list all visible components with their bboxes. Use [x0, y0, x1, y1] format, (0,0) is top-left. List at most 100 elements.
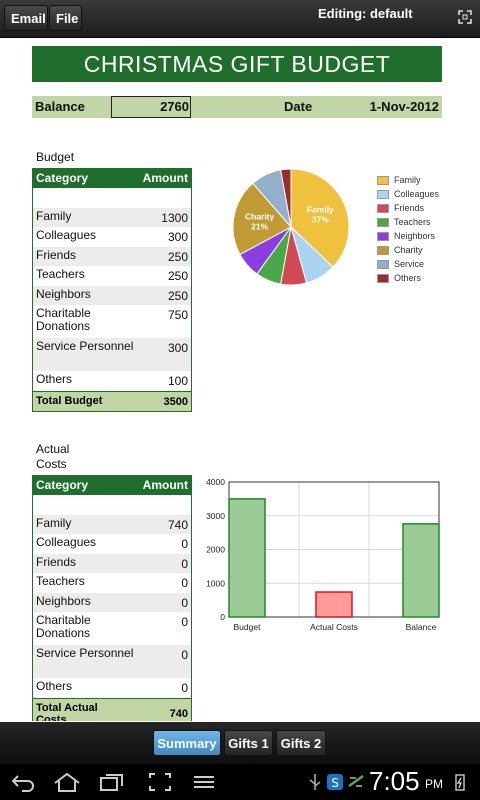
table-row[interactable]: Charitable Donations 0 — [33, 612, 191, 645]
category-cell: Service Personnel — [36, 646, 134, 660]
category-cell: Colleagues — [36, 228, 97, 242]
date-label: Date — [284, 99, 313, 114]
legend-swatch — [377, 246, 389, 255]
category-cell: Teachers — [36, 574, 85, 588]
fullscreen-icon[interactable] — [458, 10, 472, 24]
budget-pie-chart: Family37% Charity21% — [232, 168, 350, 286]
table-row[interactable]: Friends 0 — [33, 554, 191, 573]
table-row[interactable]: Service Personnel 300 — [33, 338, 191, 371]
actual-section-label: Actual Costs — [36, 442, 70, 471]
amount-cell: 100 — [167, 374, 188, 388]
total-label: Total Budget — [36, 395, 103, 407]
sheet-tab-bar: Summary Gifts 1 Gifts 2 — [0, 722, 480, 764]
legend-label: Others — [394, 273, 422, 283]
screenshot-icon[interactable] — [148, 772, 172, 792]
category-cell: Family — [36, 209, 72, 223]
table-row[interactable]: Teachers 250 — [33, 266, 191, 286]
pie-slice-label: 37% — [312, 214, 329, 224]
top-toolbar: Email File Editing: default — [0, 0, 480, 38]
table-row[interactable] — [33, 188, 191, 208]
pie-slice-label: Charity — [245, 211, 275, 221]
table-row[interactable]: Teachers 0 — [33, 573, 191, 593]
legend-swatch — [377, 190, 389, 199]
balance-label: Balance — [35, 99, 85, 114]
category-cell: Charitable Donations — [36, 613, 91, 640]
battery-icon — [455, 774, 465, 791]
table-row[interactable]: Neighbors 250 — [33, 286, 191, 305]
table-row[interactable]: Neighbors 0 — [33, 593, 191, 612]
skype-icon: S — [327, 774, 343, 790]
table-row[interactable]: Colleagues 0 — [33, 534, 191, 554]
amount-cell: 0 — [181, 681, 188, 695]
x-tick-label: Balance — [406, 622, 437, 632]
bar-budget — [228, 498, 266, 618]
table-row[interactable]: Others 0 — [33, 678, 191, 698]
category-cell: Others — [36, 679, 73, 693]
recent-apps-icon[interactable] — [98, 772, 126, 792]
amount-cell: 750 — [167, 308, 188, 322]
amount-cell: 0 — [181, 648, 188, 662]
file-button[interactable]: File — [49, 5, 82, 31]
system-bar: S 7:05 PM — [0, 764, 480, 800]
bar-actual-costs — [315, 591, 353, 618]
y-tick-label: 2000 — [206, 545, 225, 555]
legend-swatch — [377, 260, 389, 269]
table-row[interactable]: Charitable Donations 750 — [33, 305, 191, 338]
amount-cell: 250 — [167, 269, 188, 283]
home-icon[interactable] — [52, 772, 82, 792]
email-button[interactable]: Email — [4, 5, 48, 31]
legend-swatch — [377, 232, 389, 241]
table-row[interactable]: Service Personnel 0 — [33, 645, 191, 678]
clock-time: 7:05 — [369, 766, 420, 796]
x-tick-label: Budget — [234, 622, 262, 632]
total-label: Total Actual Costs — [36, 702, 98, 721]
legend-label: Friends — [394, 203, 425, 213]
sync-icon — [348, 774, 364, 788]
actual-costs-table: Category Amount Family 740 Colleagues 0 Fr… — [32, 475, 192, 721]
svg-text:S: S — [331, 776, 339, 790]
table-row[interactable]: Colleagues 300 — [33, 227, 191, 247]
amount-cell: 0 — [181, 537, 188, 551]
amount-cell: 250 — [167, 289, 188, 303]
balance-row: Balance 2760 Date 1-Nov-2012 — [32, 96, 442, 118]
budget-table: Category Amount Family 1300 Colleagues 300… — [32, 168, 192, 412]
clock-ampm: PM — [425, 777, 443, 791]
date-value: 1-Nov-2012 — [369, 99, 439, 114]
menu-icon[interactable] — [192, 772, 216, 792]
balance-value: 2760 — [160, 99, 189, 114]
legend-swatch — [377, 274, 389, 283]
category-cell: Charitable Donations — [36, 306, 91, 333]
y-tick-label: 3000 — [206, 511, 225, 521]
pie-slice-label: 21% — [251, 221, 268, 231]
editing-status: Editing: default — [318, 6, 413, 21]
column-header-category: Category — [36, 171, 89, 185]
category-cell: Neighbors — [36, 287, 91, 301]
amount-cell: 250 — [167, 250, 188, 264]
amount-cell: 740 — [167, 518, 188, 532]
back-icon[interactable] — [10, 772, 36, 792]
legend-label: Charity — [394, 245, 423, 255]
total-value: 740 — [169, 708, 188, 720]
amount-cell: 300 — [167, 230, 188, 244]
table-row[interactable]: Family 1300 — [33, 208, 191, 227]
legend-swatch — [377, 204, 389, 213]
table-total-row[interactable]: Total Actual Costs 740 — [33, 698, 191, 721]
table-total-row[interactable]: Total Budget 3500 — [33, 391, 191, 411]
tab-gifts-2[interactable]: Gifts 2 — [276, 730, 326, 756]
sheet-title: CHRISTMAS GIFT BUDGET — [32, 46, 442, 82]
legend-swatch — [377, 176, 389, 185]
x-tick-label: Actual Costs — [310, 622, 358, 632]
amount-cell: 0 — [181, 576, 188, 590]
category-cell: Service Personnel — [36, 339, 134, 353]
table-row[interactable]: Friends 250 — [33, 247, 191, 266]
table-row[interactable]: Others 100 — [33, 371, 191, 391]
tab-gifts-1[interactable]: Gifts 1 — [224, 730, 273, 756]
pie-slice-label: Family — [307, 204, 334, 214]
table-header: Category Amount — [33, 476, 191, 495]
category-cell: Friends — [36, 248, 77, 262]
legend-swatch — [377, 218, 389, 227]
table-row[interactable]: Family 740 — [33, 515, 191, 534]
column-header-amount: Amount — [142, 171, 188, 185]
tab-summary[interactable]: Summary — [153, 730, 221, 756]
table-row[interactable] — [33, 495, 191, 515]
